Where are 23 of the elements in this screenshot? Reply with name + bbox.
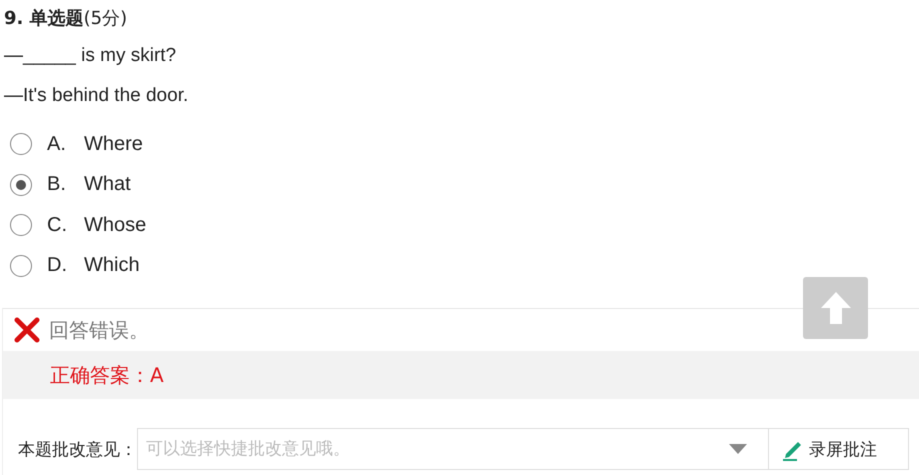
option-text: Where <box>84 132 143 156</box>
radio-button[interactable] <box>10 174 32 196</box>
option-text: Whose <box>84 214 146 237</box>
question-title: 9. 单选题(5分) <box>3 7 128 31</box>
question-text: —It's behind the door. <box>3 84 190 108</box>
question-text: —_____ is my skirt? <box>3 44 178 68</box>
correct-answer: 正确答案：A <box>50 362 164 388</box>
arrow-up-icon <box>820 292 850 324</box>
option-letter: C. <box>47 214 68 237</box>
screen-record-button[interactable]: 录屏批注 <box>769 428 909 470</box>
radio-button[interactable] <box>10 133 32 156</box>
comment-select[interactable]: 可以选择快捷批改意见哦。 <box>137 428 769 470</box>
caret-icon[interactable] <box>729 444 747 454</box>
option-letter: D. <box>47 254 68 278</box>
option-text: What <box>84 173 131 196</box>
radio-button[interactable] <box>10 254 32 277</box>
option-letter: A. <box>47 132 67 156</box>
radio-button[interactable] <box>10 214 32 236</box>
option-letter: B. <box>47 173 67 196</box>
result-message: 回答错误。 <box>49 316 149 344</box>
option-text: Which <box>84 254 140 278</box>
close-icon <box>13 316 41 344</box>
comment-label: 本题批改意见： <box>18 438 137 460</box>
